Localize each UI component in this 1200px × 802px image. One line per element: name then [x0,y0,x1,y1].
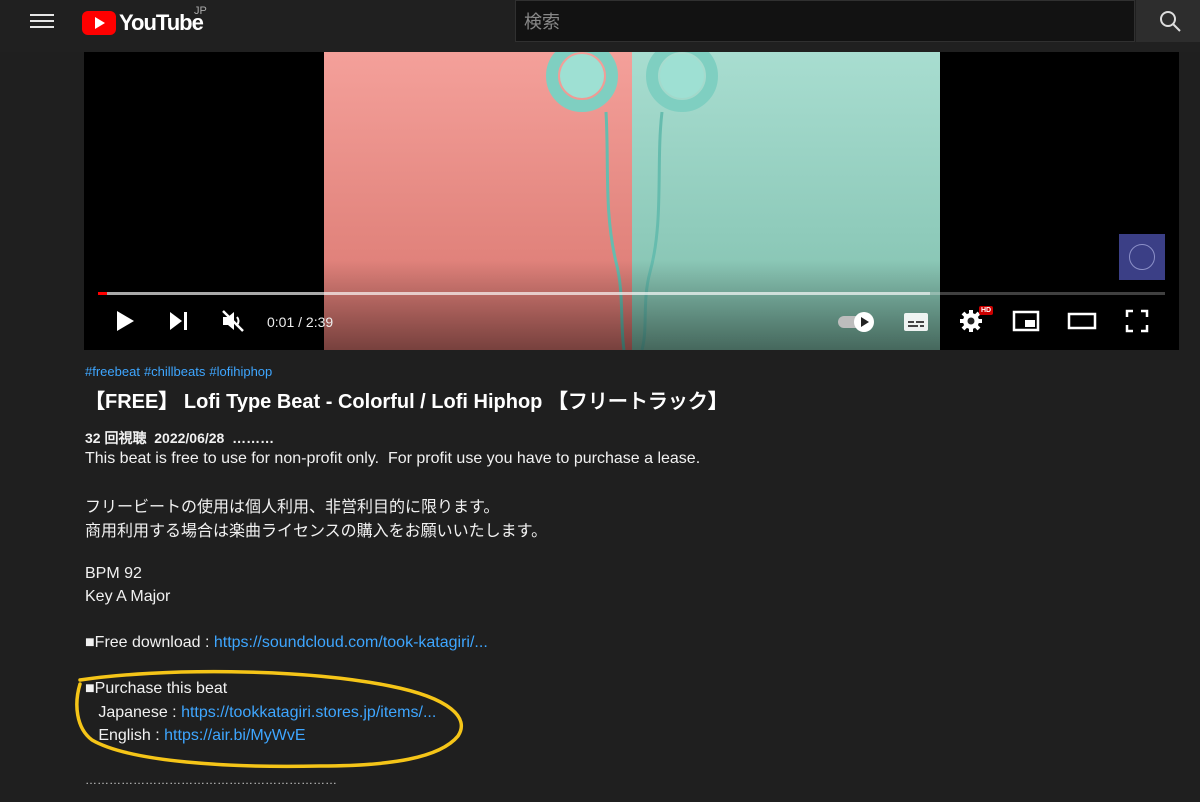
logo-text: YouTube [119,10,204,35]
english-label: English : [85,727,165,744]
muted-volume-icon[interactable] [220,308,246,334]
stores-jp-link[interactable]: https://tookkatagiri.stores.jp/items/... [181,704,436,721]
divider-dots: ……………………………………………………… [85,773,337,787]
controls-gradient [84,260,1179,350]
hashtag-link[interactable]: #lofihiphop [209,364,272,379]
free-download-label: ■Free download : [85,634,214,651]
channel-watermark[interactable] [1119,234,1165,280]
video-title: 【FREE】 Lofi Type Beat - Colorful / Lofi … [85,391,728,413]
youtube-logo[interactable]: YouTube JP [82,5,207,38]
free-download-line: ■Free download : https://soundcloud.com/… [85,634,488,652]
upload-date: 2022/06/28 [154,430,225,446]
search-button[interactable] [1136,0,1200,42]
fullscreen-icon[interactable] [1124,308,1150,334]
soundcloud-link[interactable]: https://soundcloud.com/took-katagiri/... [214,634,488,651]
english-purchase-line: English : https://air.bi/MyWvE [85,727,305,745]
menu-icon[interactable] [30,10,54,34]
autoplay-toggle[interactable] [836,310,878,334]
hashtag-link[interactable]: #chillbeats [144,364,205,379]
japanese-label: Japanese : [85,704,182,721]
progress-bar[interactable] [98,292,1165,295]
play-icon[interactable] [112,308,138,334]
view-count: 32 回視聴 [85,430,147,446]
time-display: 0:01 / 2:39 [267,314,334,330]
description-line-jp: フリービートの使用は個人利用、非営利目的に限ります。 [85,499,500,516]
progress-loaded [98,292,931,295]
hd-badge: HD [979,306,994,315]
youtube-play-icon [82,11,116,35]
airbi-link[interactable]: https://air.bi/MyWvE [164,727,305,744]
search-icon [1160,11,1181,32]
search-box [515,0,1144,43]
hashtag-list: #freebeat #chillbeats #lofihiphop [85,364,276,379]
key-text: Key A Major [85,588,171,605]
description-line-jp: 商用利用する場合は楽曲ライセンスの購入をお願いいたします。 [85,523,548,540]
description-line: This beat is free to use for non-profit … [85,450,701,467]
bpm-text: BPM 92 [85,565,142,582]
theater-mode-icon[interactable] [1067,308,1097,334]
show-more-ellipsis[interactable]: ……… [232,430,274,446]
video-player[interactable]: 0:01 / 2:39 HD [84,52,1179,350]
progress-played [98,292,107,295]
hashtag-link[interactable]: #freebeat [85,364,140,379]
video-stats: 32 回視聴 2022/06/28 ……… [85,428,274,448]
top-bar: YouTube JP [0,0,1200,52]
japanese-purchase-line: Japanese : https://tookkatagiri.stores.j… [85,704,436,722]
next-icon[interactable] [166,308,192,334]
region-code: JP [194,5,207,17]
search-input[interactable] [516,1,1144,43]
purchase-heading: ■Purchase this beat [85,680,228,697]
subtitles-icon[interactable] [902,310,930,334]
miniplayer-icon[interactable] [1012,308,1040,334]
